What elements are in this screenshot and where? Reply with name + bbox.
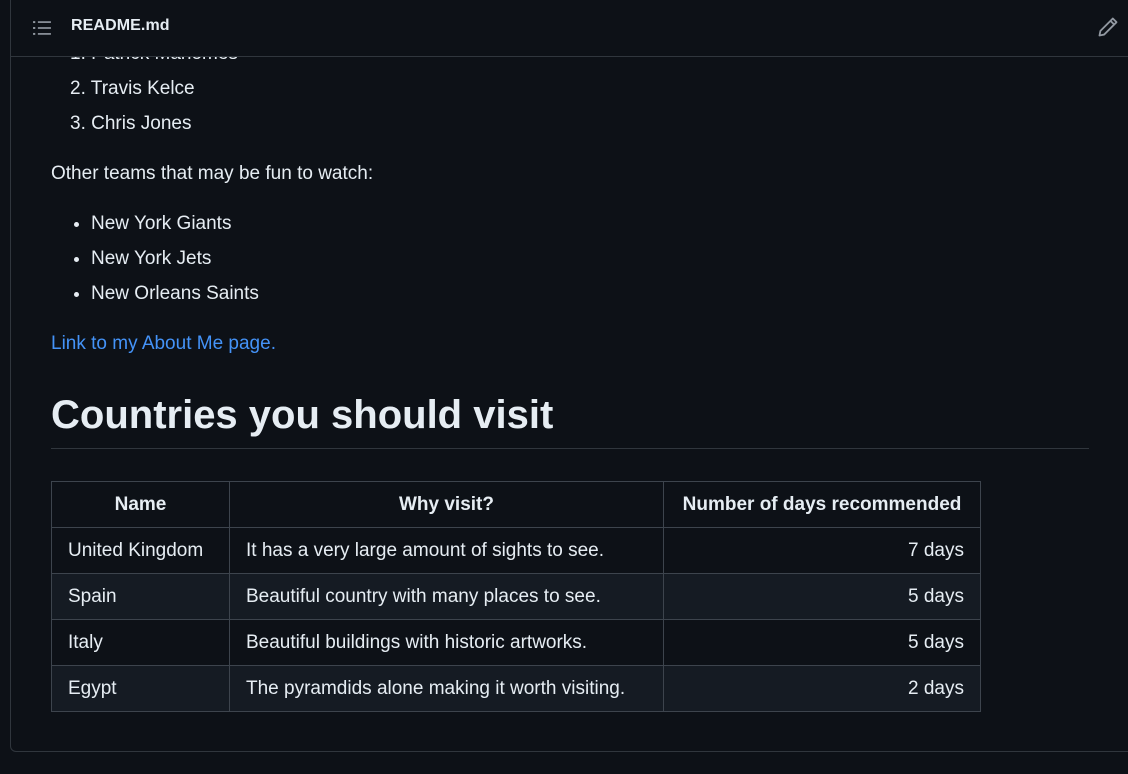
cell-days: 5 days: [663, 573, 981, 620]
cell-days: 7 days: [663, 527, 981, 574]
list-item: New Orleans Saints: [91, 280, 259, 315]
list-item: New York Jets: [91, 245, 259, 280]
table-row: Italy Beautiful buildings with historic …: [51, 619, 981, 666]
cell-name: Italy: [51, 619, 230, 666]
teams-intro: Other teams that may be fun to watch:: [51, 163, 374, 184]
teams-list: New York Giants New York Jets New Orlean…: [51, 210, 259, 315]
cell-days: 5 days: [663, 619, 981, 666]
cell-why: The pyramdids alone making it worth visi…: [229, 665, 664, 712]
column-header-days: Number of days recommended: [663, 481, 981, 528]
cell-name: United Kingdom: [51, 527, 230, 574]
list-item: 2. Travis Kelce: [70, 78, 195, 99]
about-me-link[interactable]: Link to my About Me page.: [51, 330, 276, 358]
list-item: 3. Chris Jones: [70, 113, 192, 134]
cell-why: Beautiful country with many places to se…: [229, 573, 664, 620]
cell-name: Egypt: [51, 665, 230, 712]
table-header-row: Name Why visit? Number of days recommend…: [51, 481, 981, 528]
table-row: Spain Beautiful country with many places…: [51, 573, 981, 620]
list-unordered-icon[interactable]: [31, 17, 53, 39]
table-row: Egypt The pyramdids alone making it wort…: [51, 665, 981, 712]
file-name: README.md: [71, 17, 170, 34]
section-heading: Countries you should visit: [51, 388, 1089, 449]
cell-why: It has a very large amount of sights to …: [229, 527, 664, 574]
countries-table: Name Why visit? Number of days recommend…: [51, 481, 981, 712]
column-header-why: Why visit?: [229, 481, 664, 528]
cell-why: Beautiful buildings with historic artwor…: [229, 619, 664, 666]
cell-name: Spain: [51, 573, 230, 620]
readme-panel: 1. Patrick Mahomes 2. Travis Kelce 3. Ch…: [10, 0, 1128, 752]
pencil-icon[interactable]: [1097, 16, 1119, 38]
cell-days: 2 days: [663, 665, 981, 712]
column-header-name: Name: [51, 481, 230, 528]
file-header: README.md: [11, 0, 1128, 57]
table-row: United Kingdom It has a very large amoun…: [51, 527, 981, 574]
list-item: New York Giants: [91, 210, 259, 245]
